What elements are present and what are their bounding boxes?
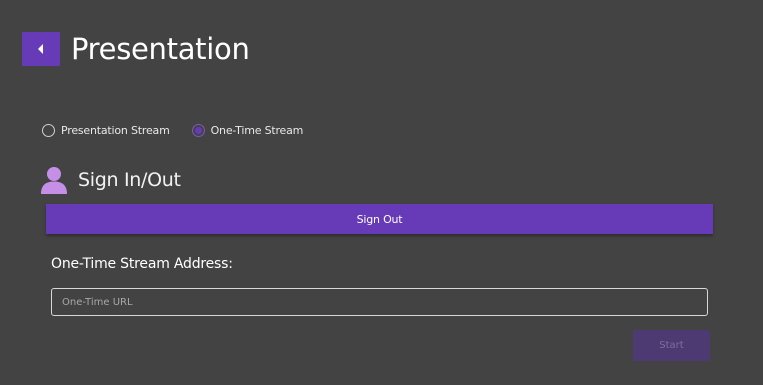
- chevron-left-icon: [38, 44, 43, 54]
- signin-title: Sign In/Out: [78, 169, 181, 191]
- stream-address-label: One-Time Stream Address:: [51, 256, 233, 272]
- radio-checked-icon: [191, 123, 205, 137]
- radio-label: One-Time Stream: [210, 123, 304, 137]
- one-time-stream-radio[interactable]: One-Time Stream: [191, 123, 304, 137]
- radio-unchecked-icon: [42, 123, 55, 137]
- presentation-stream-radio[interactable]: Presentation Stream: [42, 123, 170, 137]
- back-button[interactable]: [22, 32, 60, 66]
- stream-type-radio-group: Presentation Stream One-Time Stream: [42, 121, 303, 139]
- user-icon: [41, 167, 67, 194]
- radio-label: Presentation Stream: [61, 123, 170, 137]
- signin-section-header: Sign In/Out: [40, 166, 181, 194]
- sign-out-button[interactable]: Sign Out: [46, 204, 713, 234]
- page-title: Presentation: [71, 32, 250, 66]
- one-time-url-input[interactable]: [51, 288, 708, 316]
- start-button[interactable]: Start: [633, 330, 710, 361]
